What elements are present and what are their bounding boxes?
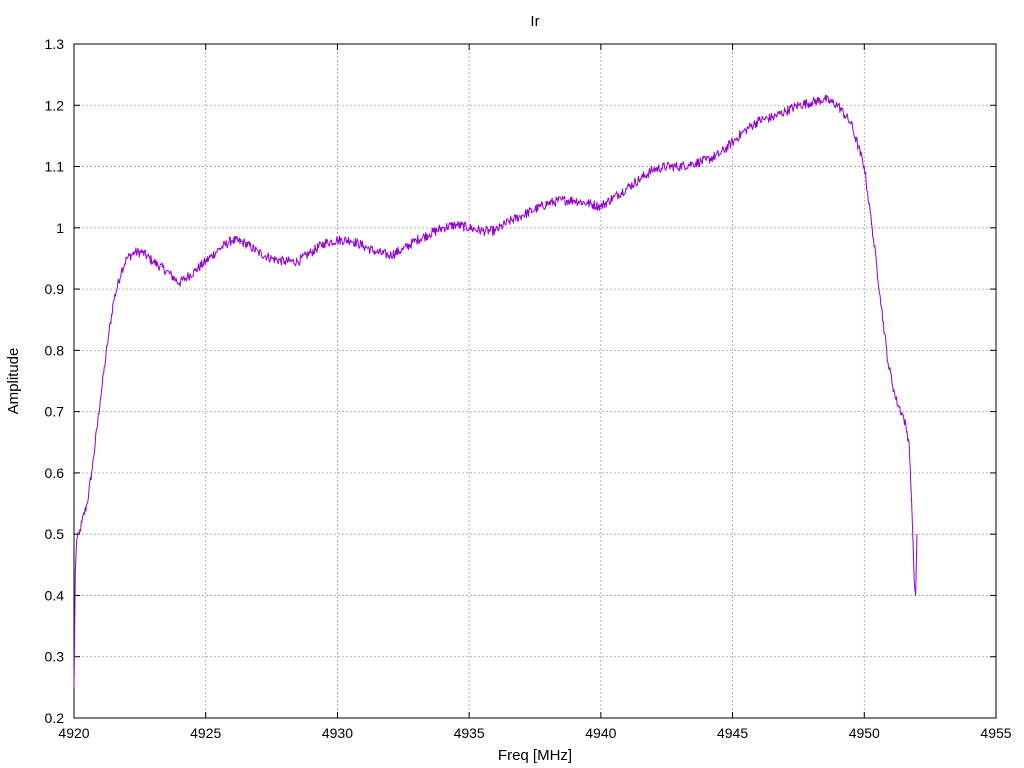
line-chart: 4920 4925 4930 4935 4940 4945 4950 4955 0.20.30…: [5, 13, 1012, 764]
y-tick-label: 0.9: [45, 281, 65, 297]
y-axis-label: Amplitude: [5, 348, 22, 415]
x-tick-label: 4935: [454, 725, 485, 741]
y-tick-labels: 0.2 0.3 0.4 0.5 0.6 0.7 0.8 0.9 1 1.1 1.2 1.3: [45, 36, 65, 726]
y-tick-label: 1.3: [45, 36, 65, 52]
y-tick-label: 1.2: [45, 97, 65, 113]
x-tick-labels: 4920 4925 4930 4935 4940 4945 4950 4955: [58, 725, 1011, 741]
x-tick-label: 4940: [585, 725, 616, 741]
x-axis-label: Freq [MHz]: [498, 747, 572, 764]
x-tick-label: 4955: [980, 725, 1011, 741]
y-tick-label: 0.7: [45, 404, 65, 420]
x-tick-label: 4925: [190, 725, 221, 741]
x-tick-label: 4930: [322, 725, 353, 741]
y-tick-label: 1.1: [45, 159, 65, 175]
x-tick-label: 4920: [58, 725, 89, 741]
x-tick-label: 4950: [849, 725, 880, 741]
series-line: [73, 94, 918, 688]
y-tick-label: 0.5: [45, 526, 65, 542]
y-tick-label: 0.6: [45, 465, 65, 481]
x-tick-label: 4945: [717, 725, 748, 741]
series-layer: [73, 94, 918, 688]
y-tick-label: 0.2: [45, 710, 65, 726]
y-tick-label: 0.4: [45, 587, 65, 603]
y-tick-label: 0.8: [45, 342, 65, 358]
chart-title: Ir: [530, 13, 539, 30]
y-tick-label: 1: [56, 220, 64, 236]
y-tick-label: 0.3: [45, 649, 65, 665]
